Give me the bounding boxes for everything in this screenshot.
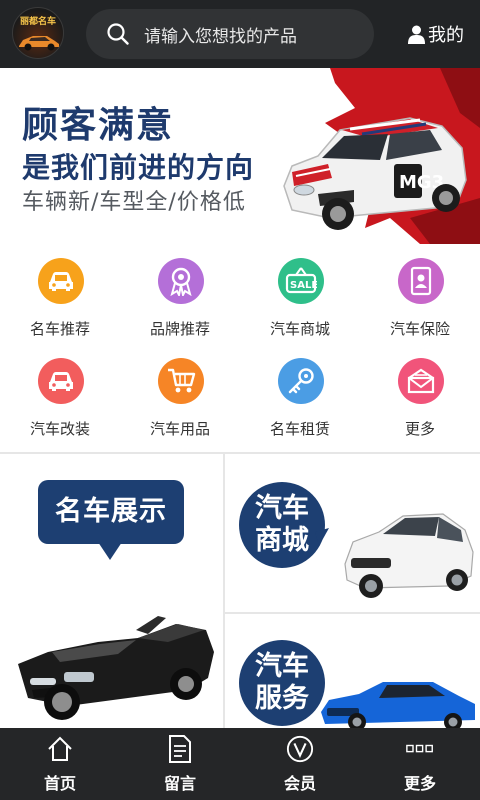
bubble-pointer xyxy=(315,528,329,546)
showcase-famous-cars-title: 名车展示 xyxy=(38,480,184,544)
category-item-modification[interactable]: 汽车改装 xyxy=(0,344,120,444)
top-header: 丽都名车 请输入您想找的产品 我的 xyxy=(0,0,480,68)
category-item-car-mall[interactable]: SALE 汽车商城 xyxy=(240,244,360,344)
suv-car-image xyxy=(344,513,474,598)
car-mall-title-line1: 汽车 xyxy=(255,493,309,524)
vip-icon xyxy=(286,734,314,764)
message-doc-icon xyxy=(166,734,194,764)
category-item-insurance[interactable]: 汽车保险 xyxy=(360,244,480,344)
more-dots-icon xyxy=(406,734,434,764)
banner-subheadline: 是我们前进的方向 xyxy=(22,151,255,184)
car-service-title-line2: 服务 xyxy=(255,683,309,714)
sale-tag-icon: SALE xyxy=(278,258,324,304)
category-label: 汽车改装 xyxy=(29,420,90,438)
category-item-more[interactable]: 更多 xyxy=(360,344,480,444)
ribbon-badge-icon xyxy=(158,258,204,304)
category-item-brands[interactable]: 品牌推荐 xyxy=(120,244,240,344)
showcase-section: 名车展示 汽车 商城 汽车 服务 xyxy=(0,452,480,728)
more-envelope-icon xyxy=(398,358,444,404)
category-item-supplies[interactable]: 汽车用品 xyxy=(120,344,240,444)
category-label: 名车推荐 xyxy=(29,320,90,338)
showcase-car-service[interactable]: 汽车 服务 xyxy=(225,614,480,728)
blue-sedan-image xyxy=(321,682,475,728)
category-label: 更多 xyxy=(404,420,435,438)
category-grid: 名车推荐 品牌推荐 SALE 汽车商城 汽车保险 汽车改装 汽车用品 名车租赁 … xyxy=(0,244,480,452)
nav-label: 更多 xyxy=(403,774,436,793)
promo-banner[interactable]: 顾客满意 是我们前进的方向 车辆新/车型全/价格低 MG3 xyxy=(0,68,480,244)
banner-tagline: 车辆新/车型全/价格低 xyxy=(22,190,246,215)
svg-text:SALE: SALE xyxy=(290,280,317,291)
category-label: 品牌推荐 xyxy=(149,320,210,338)
car-mall-title-bubble: 汽车 商城 xyxy=(239,482,325,568)
user-icon xyxy=(408,25,425,44)
showcase-famous-cars[interactable]: 名车展示 xyxy=(0,454,223,728)
nav-label: 留言 xyxy=(163,774,196,793)
category-item-featured-cars[interactable]: 名车推荐 xyxy=(0,244,120,344)
search-placeholder: 请输入您想找的产品 xyxy=(144,27,297,47)
bottom-nav: 首页 留言 会员 更多 xyxy=(0,728,480,800)
car-service-title-bubble: 汽车 服务 xyxy=(239,640,325,726)
mine-label: 我的 xyxy=(428,25,464,46)
showcase-car-mall[interactable]: 汽车 商城 xyxy=(225,454,480,612)
car-service-title-line1: 汽车 xyxy=(255,651,309,682)
shopping-cart-icon xyxy=(158,358,204,404)
insurance-card-icon xyxy=(398,258,444,304)
category-label: 名车租赁 xyxy=(269,420,330,438)
banner-headline: 顾客满意 xyxy=(22,105,175,146)
category-label: 汽车商城 xyxy=(269,320,330,338)
bubble-pointer xyxy=(98,542,122,560)
nav-item-home[interactable]: 首页 xyxy=(0,728,120,800)
nav-item-more[interactable]: 更多 xyxy=(360,728,480,800)
nav-item-message[interactable]: 留言 xyxy=(120,728,240,800)
mine-button[interactable]: 我的 xyxy=(408,21,464,47)
category-item-rental[interactable]: 名车租赁 xyxy=(240,344,360,444)
nav-item-member[interactable]: 会员 xyxy=(240,728,360,800)
category-label: 汽车保险 xyxy=(389,320,450,338)
logo-car-icon xyxy=(19,36,59,51)
category-label: 汽车用品 xyxy=(149,420,210,438)
banner-car-image: MG3 xyxy=(283,68,480,244)
home-icon xyxy=(46,734,74,764)
car-icon xyxy=(38,258,84,304)
app-logo[interactable]: 丽都名车 xyxy=(12,7,64,59)
car-mall-title-line2: 商城 xyxy=(255,525,309,556)
nav-label: 会员 xyxy=(283,774,316,793)
convertible-car-image xyxy=(18,616,214,720)
search-bar[interactable]: 请输入您想找的产品 xyxy=(86,9,374,59)
key-icon xyxy=(278,358,324,404)
nav-label: 首页 xyxy=(43,774,76,793)
logo-text: 丽都名车 xyxy=(19,17,56,27)
car-icon xyxy=(38,358,84,404)
search-icon xyxy=(107,23,129,45)
